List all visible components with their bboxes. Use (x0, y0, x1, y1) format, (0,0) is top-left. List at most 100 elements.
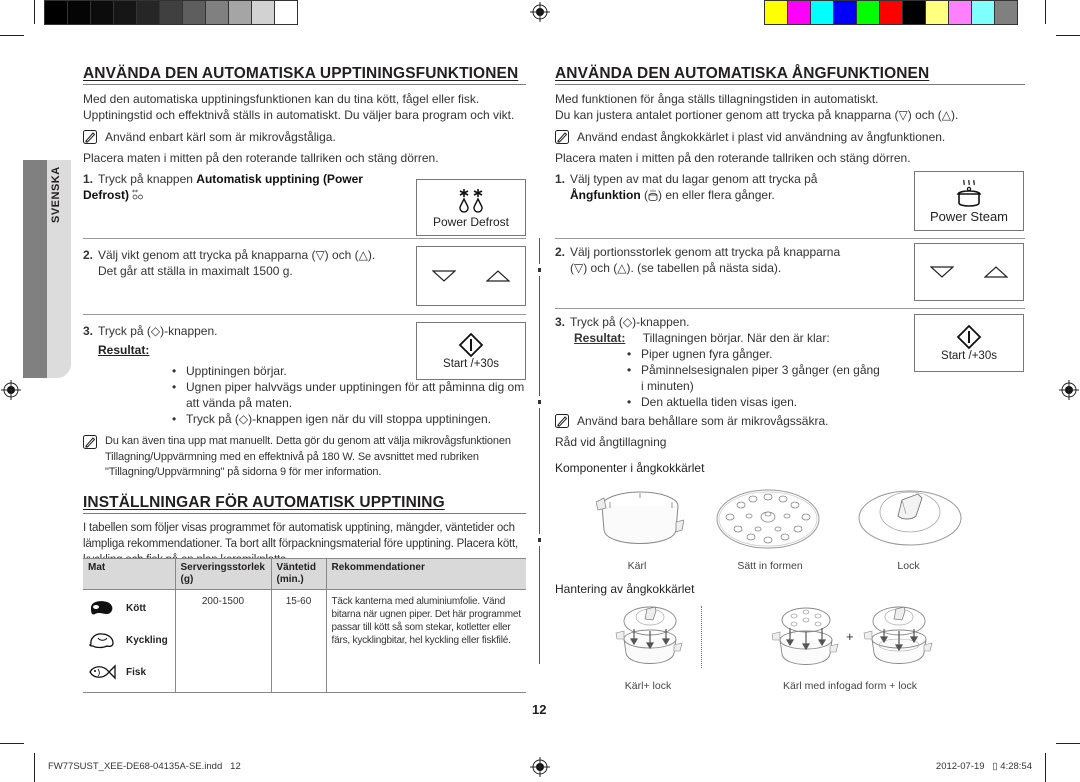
up-arrow-icon[interactable] (486, 270, 510, 282)
color-swatch (926, 1, 948, 24)
up-arrow-icon[interactable] (984, 266, 1008, 278)
handling-caption: Kärl med infogad form + lock (783, 680, 917, 692)
food-item: Fisk (88, 656, 170, 688)
note: Använd bara behållare som är mikrovågssä… (555, 413, 1025, 429)
start-button[interactable]: Start /+30s (914, 314, 1024, 372)
defrost-section: ANVÄNDA DEN AUTOMATISKA UPPTININGSFUNKTI… (83, 64, 526, 568)
divider-dot (538, 268, 541, 272)
color-swatch (91, 1, 113, 24)
cmyk-color-bar (764, 0, 1018, 25)
step-number: 1. (555, 172, 566, 186)
color-swatch (206, 1, 228, 24)
section-title: ANVÄNDA DEN AUTOMATISKA ÅNGFUNKTIONEN (555, 64, 1025, 85)
button-caption: Start /+30s (443, 358, 499, 370)
note-icon (83, 435, 97, 449)
column-divider (539, 408, 540, 534)
placement-text: Placera maten i mitten på den roterande … (83, 151, 439, 165)
column-divider (539, 238, 540, 264)
crop-mark (34, 753, 35, 782)
food-name: Kyckling (126, 634, 168, 646)
food-item: Kyckling (88, 624, 170, 656)
divider-dot (538, 400, 541, 404)
food-name: Kött (126, 602, 146, 614)
step-text: Tryck på knappen (98, 172, 197, 186)
defrost-icon (459, 188, 483, 213)
start-button[interactable]: Start /+30s (416, 322, 526, 380)
color-swatch (137, 1, 159, 24)
result-item: Piper ugnen fyra gånger. (623, 346, 883, 362)
up-down-buttons (416, 246, 526, 306)
plus-sign: + (846, 629, 854, 644)
result-list: Piper ugnen fyra gånger. Påminnelsesigna… (623, 346, 883, 410)
crop-mark (0, 743, 24, 744)
note: Använd endast ångkokkärlet i plast vid a… (555, 129, 1025, 145)
defrost-icon: ** (132, 189, 144, 200)
bowl-with-insert-image (772, 607, 839, 665)
note-text: Använd endast ångkokkärlet i plast vid a… (577, 130, 946, 144)
result-label: Resultat: (98, 343, 150, 357)
down-arrow-icon[interactable] (432, 270, 456, 282)
table-header: Mat (83, 558, 175, 590)
step-1: 1. Tryck på knappen Automatisk upptining … (83, 171, 526, 239)
color-swatch (229, 1, 251, 24)
language-side-tab: SVENSKA (23, 160, 71, 378)
grayscale-color-bar (44, 0, 298, 25)
up-down-buttons (914, 243, 1024, 301)
handling-caption: Kärl+ lock (624, 680, 672, 692)
bowl-insert-lid-image (863, 606, 933, 664)
color-swatch (880, 1, 902, 24)
food-item: Kött (88, 592, 170, 624)
down-arrow-icon[interactable] (930, 266, 954, 278)
page-number: 12 (532, 702, 547, 717)
component-caption: Kärl (627, 560, 647, 572)
section-title: ANVÄNDA DEN AUTOMATISKA UPPTININGSFUNKTI… (83, 64, 526, 85)
step-2: 2. Välj portionsstorlek genom att trycka … (555, 239, 1025, 309)
column-divider (539, 276, 540, 396)
recommendation: Täck kanterna med aluminiumfolie. Vänd b… (325, 589, 526, 693)
registration-mark-icon (530, 2, 550, 22)
color-swatch (45, 1, 67, 24)
color-swatch (114, 1, 136, 24)
note-text: Använd bara behållare som är mikrovågssä… (577, 414, 829, 428)
step-text: Tryck på (◇)-knappen. (570, 315, 690, 329)
step-3: 3.Tryck på (◇)-knappen. Resultat: Upptin… (83, 315, 526, 427)
color-swatch (857, 1, 879, 24)
step-text: Välj typen av mat du lagar genom att try… (570, 172, 818, 186)
result-item: Påminnelsesignalen piper 3 gånger (en gå… (623, 362, 883, 394)
step-text: ) en eller flera gånger. (658, 188, 775, 202)
power-steam-button[interactable]: Power Steam (914, 171, 1024, 231)
step-text: Tryck på (◇)-knappen. (98, 324, 218, 338)
color-swatch (788, 1, 810, 24)
step-number: 2. (83, 248, 94, 262)
result-item: Ugnen piper halvvägs under upptiningen f… (168, 379, 526, 411)
result-text: Tillagningen börjar. När den är klar: (642, 331, 830, 345)
steam-icon (956, 179, 982, 207)
fish-icon (89, 664, 116, 680)
registration-mark-icon (530, 757, 550, 777)
power-defrost-button[interactable]: Power Defrost (416, 179, 526, 236)
color-swatch (834, 1, 856, 24)
wait-time: 15-60 (270, 589, 326, 693)
start-icon (458, 332, 484, 358)
table-header: Serveringsstorlek (g) (174, 558, 271, 590)
table-row: Kött Kyckling Fisk 200-1500 15-60 Täck k… (83, 589, 526, 693)
color-swatch (68, 1, 90, 24)
column-divider (539, 546, 540, 664)
color-swatch (183, 1, 205, 24)
registration-mark-icon (1059, 380, 1079, 400)
note-icon (555, 130, 569, 144)
step-number: 3. (555, 315, 566, 329)
intro-text: Du kan justera antalet portioner genom a… (555, 108, 959, 122)
meat-icon (91, 601, 113, 615)
steam-section: ANVÄNDA DEN AUTOMATISKA ÅNGFUNKTIONEN Me… (555, 64, 1025, 450)
registration-mark-icon (1, 380, 21, 400)
crop-mark (34, 0, 35, 24)
crop-mark (1045, 0, 1046, 24)
note-text: Använd enbart kärl som är mikrovågstålig… (105, 130, 336, 144)
color-swatch (252, 1, 274, 24)
step-bold-text: Ångfunktion (570, 188, 641, 202)
note-icon (555, 414, 569, 428)
color-swatch (972, 1, 994, 24)
step-2: 2. Välj vikt genom att trycka på knapparn… (83, 239, 526, 315)
steamer-lid-image (858, 490, 962, 546)
